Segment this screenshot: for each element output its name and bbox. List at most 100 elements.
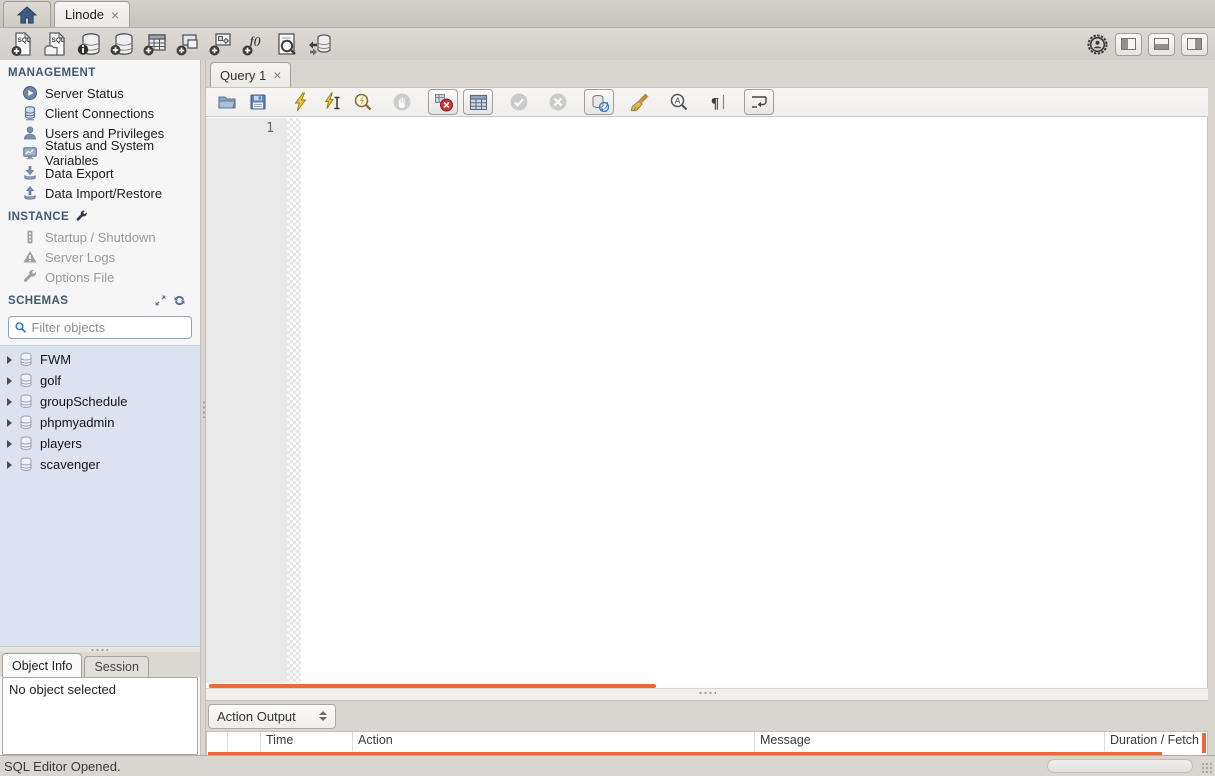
schema-filter xyxy=(8,316,192,339)
tab-session[interactable]: Session xyxy=(84,656,149,677)
column-header-time[interactable]: Time xyxy=(261,732,353,751)
sidebar-item-data-export[interactable]: Data Export xyxy=(0,163,200,183)
resize-grip[interactable] xyxy=(1201,762,1214,775)
column-header-duration[interactable]: Duration / Fetch xyxy=(1105,732,1207,751)
sql-editor: 1 xyxy=(206,117,1208,688)
close-icon[interactable]: × xyxy=(111,8,119,22)
expand-arrow-icon[interactable] xyxy=(7,418,12,427)
toolbar-right-group xyxy=(1086,32,1208,56)
commit-check-icon xyxy=(510,93,528,111)
find-magnifier-icon: A xyxy=(670,93,688,111)
close-icon[interactable]: × xyxy=(273,67,281,83)
open-sql-script-button[interactable]: SQL xyxy=(40,30,71,58)
connection-tab-label: Linode xyxy=(65,7,105,22)
expand-arrow-icon[interactable] xyxy=(7,355,12,364)
sidebar-item-startup-shutdown[interactable]: Startup / Shutdown xyxy=(0,227,200,247)
schema-tree: FWM golf groupSchedule phpmyadmin player… xyxy=(0,345,200,646)
create-procedure-button[interactable] xyxy=(205,30,236,58)
commit-button[interactable] xyxy=(506,90,532,114)
explain-button[interactable] xyxy=(350,90,376,114)
stop-on-error-icon xyxy=(434,93,453,111)
column-header-icon[interactable] xyxy=(207,732,228,751)
refresh-icon[interactable] xyxy=(173,294,186,307)
broom-icon xyxy=(631,93,649,112)
find-button[interactable]: A xyxy=(666,90,692,114)
query-tab-row: Query 1 × xyxy=(206,60,1208,87)
server-status-icon xyxy=(23,86,37,100)
toggle-stop-on-error-button[interactable] xyxy=(428,89,458,115)
progress-indicator xyxy=(1047,759,1193,773)
sidebar-item-client-connections[interactable]: Client Connections xyxy=(0,103,200,123)
create-schema-button[interactable] xyxy=(106,30,137,58)
create-function-icon: f() xyxy=(242,35,261,56)
create-table-button[interactable] xyxy=(139,30,170,58)
svg-text:SQL: SQL xyxy=(51,37,64,44)
new-sql-tab-button[interactable]: SQL xyxy=(7,30,38,58)
open-sql-script-icon: SQL xyxy=(43,31,65,56)
expand-arrow-icon[interactable] xyxy=(7,460,12,469)
filter-objects-input[interactable] xyxy=(31,320,186,335)
column-header-message[interactable]: Message xyxy=(755,732,1105,751)
column-header-action[interactable]: Action xyxy=(353,732,755,751)
show-invisibles-button[interactable]: ¶ xyxy=(705,90,731,114)
explain-magnifier-icon xyxy=(354,93,372,111)
execute-current-button[interactable] xyxy=(319,90,345,114)
search-data-button[interactable] xyxy=(271,30,302,58)
create-view-button[interactable] xyxy=(172,30,203,58)
sidebar-item-server-logs[interactable]: Server Logs xyxy=(0,247,200,267)
svg-text:A: A xyxy=(675,96,681,106)
home-tab[interactable] xyxy=(3,1,51,27)
sidebar-item-data-import[interactable]: Data Import/Restore xyxy=(0,183,200,203)
stop-button[interactable] xyxy=(389,90,415,114)
sidebar-horizontal-splitter[interactable] xyxy=(0,646,200,652)
schema-inspector-icon xyxy=(77,33,100,55)
schema-inspector-button[interactable] xyxy=(73,30,104,58)
schema-item-fwm[interactable]: FWM xyxy=(0,349,200,370)
toggle-right-panel-button[interactable] xyxy=(1181,32,1208,56)
schema-item-golf[interactable]: golf xyxy=(0,370,200,391)
rollback-button[interactable] xyxy=(545,90,571,114)
create-procedure-icon xyxy=(209,33,231,56)
sql-editor-surface[interactable] xyxy=(301,118,1207,683)
reconnect-dbms-button[interactable] xyxy=(304,30,335,58)
reconnect-dbms-icon xyxy=(308,34,331,56)
open-script-button[interactable] xyxy=(214,90,240,114)
query-tab-label: Query 1 xyxy=(220,67,267,83)
schema-item-scavenger[interactable]: scavenger xyxy=(0,454,200,475)
expand-arrow-icon[interactable] xyxy=(7,376,12,385)
data-export-icon xyxy=(24,166,36,180)
tab-object-info[interactable]: Object Info xyxy=(2,653,83,677)
new-sql-tab-icon: SQL xyxy=(11,31,31,56)
save-script-button[interactable] xyxy=(245,90,271,114)
output-selector-bar: Action Output xyxy=(206,701,1208,731)
pilcrow-icon: ¶ xyxy=(711,95,725,112)
create-view-icon xyxy=(176,34,198,56)
sidebar-item-server-status[interactable]: Server Status xyxy=(0,83,200,103)
toggle-left-panel-button[interactable] xyxy=(1115,32,1142,56)
schema-item-players[interactable]: players xyxy=(0,433,200,454)
toggle-autocommit-button[interactable] xyxy=(584,89,614,115)
query-tab[interactable]: Query 1 × xyxy=(210,62,292,87)
output-type-select[interactable]: Action Output xyxy=(208,703,336,729)
schema-item-phpmyadmin[interactable]: phpmyadmin xyxy=(0,412,200,433)
sidebar-item-status-system-variables[interactable]: Status and System Variables xyxy=(0,138,200,168)
navigator-sidebar: MANAGEMENT Server Status Client Connecti… xyxy=(0,60,200,755)
expand-panel-icon[interactable] xyxy=(154,294,167,307)
schema-item-groupschedule[interactable]: groupSchedule xyxy=(0,391,200,412)
toggle-bottom-panel-button[interactable] xyxy=(1148,32,1175,56)
expand-arrow-icon[interactable] xyxy=(7,439,12,448)
sidebar-item-options-file[interactable]: Options File xyxy=(0,267,200,287)
output-splitter[interactable] xyxy=(206,688,1208,701)
expand-arrow-icon[interactable] xyxy=(7,397,12,406)
create-function-button[interactable]: f() xyxy=(238,30,269,58)
beautify-button[interactable] xyxy=(627,90,653,114)
execute-button[interactable] xyxy=(288,90,314,114)
schema-name: scavenger xyxy=(40,457,100,472)
connection-tab[interactable]: Linode × xyxy=(54,1,131,27)
grid-header-row: Time Action Message Duration / Fetch xyxy=(207,732,1207,751)
wrap-text-button[interactable] xyxy=(744,89,774,115)
limit-rows-button[interactable] xyxy=(463,89,493,115)
warning-icon xyxy=(23,251,37,263)
column-header-index[interactable] xyxy=(228,732,261,751)
grid-vscrollbar-thumb[interactable] xyxy=(1202,733,1206,753)
